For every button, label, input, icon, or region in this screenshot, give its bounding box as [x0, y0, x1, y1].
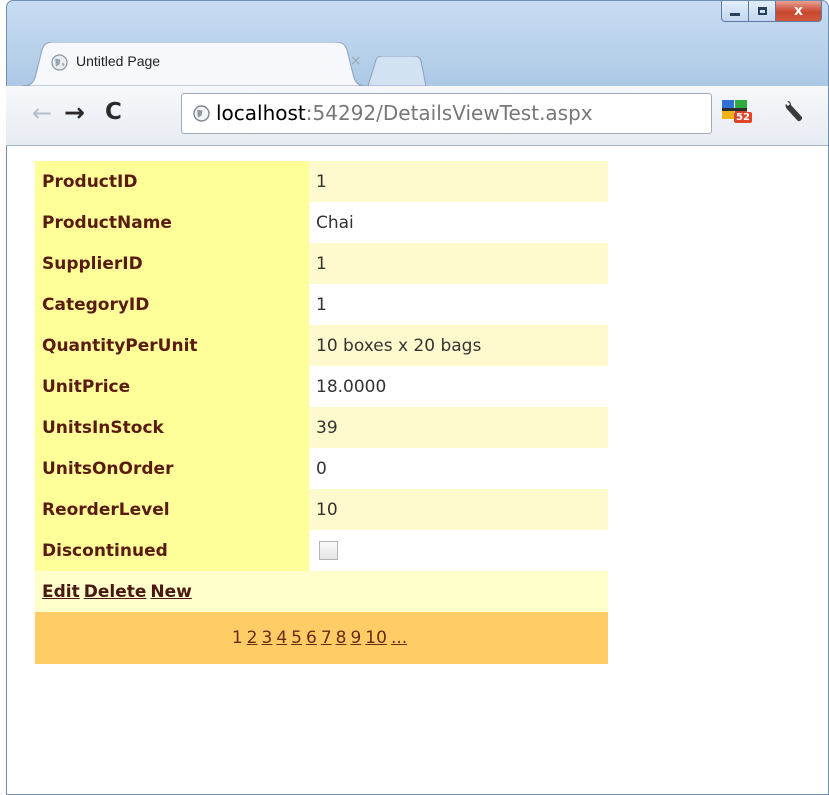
details-view: ProductID 1 ProductName Chai SupplierID …	[35, 161, 608, 664]
minimize-button[interactable]	[721, 1, 749, 22]
browser-toolbar: ← → C localhost:54292/DetailsViewTest.as…	[6, 86, 828, 146]
details-row: SupplierID 1	[35, 243, 608, 284]
details-row: CategoryID 1	[35, 284, 608, 325]
globe-icon	[193, 105, 210, 122]
pager-link[interactable]: 7	[321, 628, 332, 648]
command-cell: Edit Delete New	[35, 571, 608, 612]
back-arrow-icon[interactable]: ←	[32, 99, 52, 127]
wrench-icon[interactable]	[782, 98, 810, 126]
details-row: UnitPrice 18.0000	[35, 366, 608, 407]
url-path: :54292/DetailsViewTest.aspx	[305, 101, 593, 125]
details-view-body: ProductID 1 ProductName Chai SupplierID …	[35, 161, 608, 664]
details-row: UnitsOnOrder 0	[35, 448, 608, 489]
pager-link[interactable]: 5	[291, 628, 302, 648]
extension-badge: 52	[734, 112, 752, 123]
tab-title: Untitled Page	[76, 53, 161, 69]
details-row: UnitsInStock 39	[35, 407, 608, 448]
details-row: ReorderLevel 10	[35, 489, 608, 530]
caption-buttons: x	[721, 1, 822, 23]
field-value: 18.0000	[309, 366, 608, 407]
pager-link[interactable]: 2	[247, 628, 258, 648]
close-icon: x	[793, 3, 804, 19]
details-row: ProductName Chai	[35, 202, 608, 243]
discontinued-checkbox	[319, 541, 338, 560]
field-value: 39	[309, 407, 608, 448]
field-value: 10	[309, 489, 608, 530]
globe-icon	[51, 54, 68, 71]
pager-link[interactable]: 3	[262, 628, 273, 648]
field-value: 10 boxes x 20 bags	[309, 325, 608, 366]
details-row: Discontinued	[35, 530, 608, 571]
pager-current-page: 1	[231, 628, 243, 648]
edit-link[interactable]: Edit	[42, 582, 80, 602]
pager-link[interactable]: 9	[350, 628, 361, 648]
field-label: QuantityPerUnit	[35, 325, 309, 366]
delete-link[interactable]: Delete	[84, 582, 147, 602]
tab-background	[22, 42, 367, 86]
minimize-icon	[730, 13, 740, 16]
field-label: UnitsInStock	[35, 407, 309, 448]
field-label: CategoryID	[35, 284, 309, 325]
pager-ellipsis-link[interactable]: ...	[391, 628, 407, 648]
field-label: UnitPrice	[35, 366, 309, 407]
details-row: QuantityPerUnit 10 boxes x 20 bags	[35, 325, 608, 366]
title-bar[interactable]: x	[7, 1, 828, 47]
field-value: 1	[309, 243, 608, 284]
new-link[interactable]: New	[150, 582, 191, 602]
field-label: UnitsOnOrder	[35, 448, 309, 489]
pager-row: 1 2 3 4 5 6 7 8 9 10...	[35, 612, 608, 664]
maximize-icon	[757, 7, 767, 15]
pager-link[interactable]: 10	[365, 628, 387, 648]
field-value: 1	[309, 284, 608, 325]
maximize-button[interactable]	[749, 1, 776, 22]
tab-untitled-page[interactable]: Untitled Page ×	[22, 42, 367, 86]
field-label: ProductName	[35, 202, 309, 243]
url-text[interactable]: localhost:54292/DetailsViewTest.aspx	[216, 101, 593, 125]
close-window-button[interactable]: x	[776, 1, 822, 22]
pager-link[interactable]: 6	[306, 628, 317, 648]
field-value	[309, 530, 608, 571]
field-label: Discontinued	[35, 530, 309, 571]
reload-icon[interactable]: C	[105, 99, 122, 125]
url-host: localhost	[216, 101, 306, 125]
field-value: 0	[309, 448, 608, 489]
field-label: ReorderLevel	[35, 489, 309, 530]
page-content: ProductID 1 ProductName Chai SupplierID …	[7, 146, 828, 794]
details-row: ProductID 1	[35, 161, 608, 202]
command-row: Edit Delete New	[35, 571, 608, 612]
pager-link[interactable]: 4	[276, 628, 287, 648]
field-label: ProductID	[35, 161, 309, 202]
field-value: 1	[309, 161, 608, 202]
field-label: SupplierID	[35, 243, 309, 284]
pager-link[interactable]: 8	[336, 628, 347, 648]
field-value: Chai	[309, 202, 608, 243]
address-bar[interactable]: localhost:54292/DetailsViewTest.aspx	[181, 93, 712, 134]
pager: 1 2 3 4 5 6 7 8 9 10...	[35, 612, 608, 664]
new-tab-button[interactable]	[366, 56, 428, 86]
tab-close-icon[interactable]: ×	[350, 53, 362, 69]
forward-arrow-icon[interactable]: →	[64, 98, 85, 127]
